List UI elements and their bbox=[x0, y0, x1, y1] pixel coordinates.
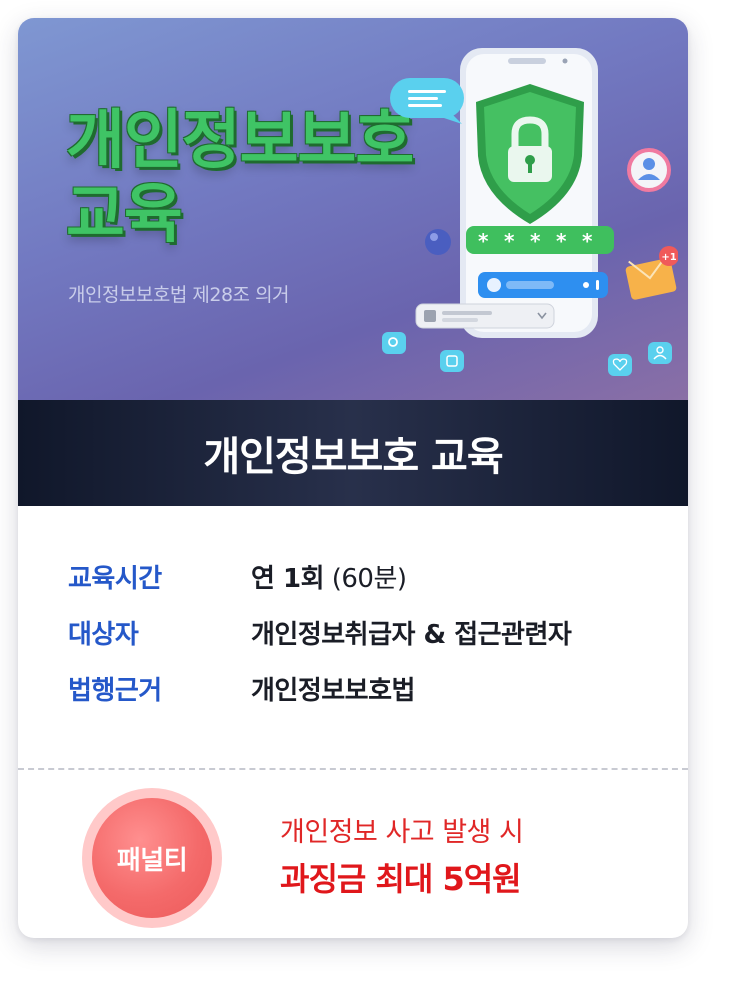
password-field-icon: * * * * * bbox=[466, 226, 614, 254]
info-value-light: (60분) bbox=[323, 563, 407, 594]
svg-text:*: * bbox=[556, 229, 567, 253]
title-band: 개인정보보호 교육 bbox=[18, 400, 688, 506]
info-row-time: 교육시간 연 1회 (60분) bbox=[68, 548, 668, 604]
info-label: 교육시간 bbox=[68, 563, 162, 594]
chat-bubble-icon bbox=[390, 78, 464, 124]
info-label: 법행근거 bbox=[68, 675, 162, 706]
svg-text:*: * bbox=[504, 229, 515, 253]
band-title: 개인정보보호 교육 bbox=[203, 434, 503, 480]
dropdown-card-icon bbox=[415, 303, 555, 329]
plus-tile-icon bbox=[440, 350, 464, 372]
penalty-badge-label: 패널티 bbox=[92, 798, 212, 918]
penalty-condition: 개인정보 사고 발생 시 bbox=[280, 817, 524, 848]
info-value: 개인정보취급자 & 접근관련자 bbox=[251, 619, 572, 650]
envelope-icon: +1 bbox=[625, 246, 678, 300]
hero-subtitle: 개인정보보호법 제28조 의거 bbox=[68, 284, 290, 306]
info-value-strong: 연 1회 bbox=[251, 563, 324, 594]
penalty-amount: 과징금 최대 5억원 bbox=[280, 860, 522, 898]
security-phone-illustration: * * * * * +1 bbox=[382, 48, 678, 376]
info-label: 대상자 bbox=[68, 619, 139, 650]
svg-text:*: * bbox=[530, 229, 541, 253]
info-value: 연 1회 (60분) bbox=[251, 558, 407, 595]
info-list: 교육시간 연 1회 (60분) 대상자 개인정보취급자 & 접근관련자 법행근거… bbox=[68, 548, 668, 716]
dashed-divider bbox=[18, 768, 688, 770]
user-search-bar-icon bbox=[478, 272, 608, 298]
info-value: 개인정보보호법 bbox=[251, 675, 415, 706]
hero-banner: 개인정보보호 교육 개인정보보호법 제28조 의거 * * * * * +1 bbox=[18, 18, 688, 400]
user-tile-icon bbox=[648, 342, 672, 364]
penalty-badge: 패널티 bbox=[82, 788, 222, 928]
heart-tile-icon bbox=[608, 354, 632, 376]
svg-text:*: * bbox=[582, 229, 593, 253]
profile-avatar-icon bbox=[627, 148, 671, 192]
notification-count: +1 bbox=[661, 252, 676, 263]
svg-text:*: * bbox=[478, 229, 489, 253]
decorative-sphere-icon bbox=[425, 229, 451, 255]
search-tile-icon bbox=[382, 332, 406, 354]
info-row-target: 대상자 개인정보취급자 & 접근관련자 bbox=[68, 604, 668, 660]
info-card: 개인정보보호 교육 개인정보보호법 제28조 의거 * * * * * +1 개… bbox=[18, 18, 688, 938]
info-row-legal-basis: 법행근거 개인정보보호법 bbox=[68, 660, 668, 716]
